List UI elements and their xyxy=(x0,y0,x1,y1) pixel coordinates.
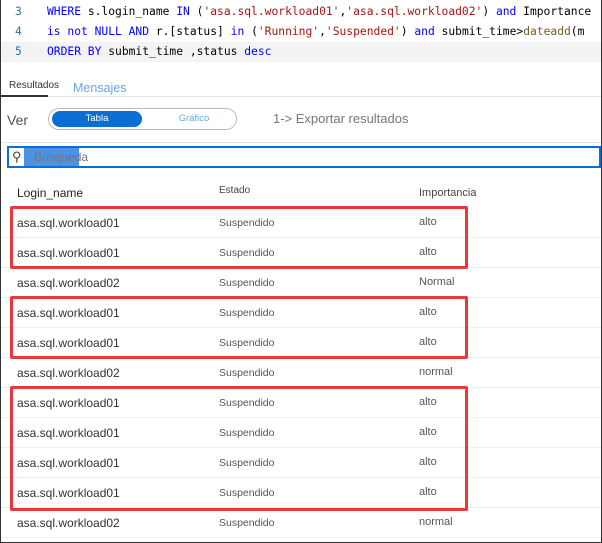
cell-estado: Suspendido xyxy=(219,277,275,289)
cell-login-name: asa.sql.workload02 xyxy=(17,516,120,530)
divider xyxy=(1,142,601,143)
code-token: WHERE xyxy=(47,5,88,18)
code-token: 'Suspended' xyxy=(325,25,401,38)
code-token: Importance xyxy=(523,5,592,18)
code-token: , xyxy=(319,25,326,38)
table-row[interactable]: asa.sql.workload02 Suspendido normal xyxy=(1,358,601,388)
code-token: is not NULL AND xyxy=(47,25,156,38)
code-token: s.login_name xyxy=(87,5,177,18)
code-token: (m xyxy=(570,25,585,38)
search-box[interactable]: ⚲ xyxy=(7,146,601,168)
line-number: 4 xyxy=(15,25,22,38)
code-token: in xyxy=(230,25,252,38)
code-token: submit_time> xyxy=(441,25,524,38)
code-line: 5 ORDER BY submit_time ,status desc xyxy=(1,42,601,62)
code-text: ORDER BY submit_time ,status desc xyxy=(47,42,271,62)
code-token: ( xyxy=(251,25,258,38)
code-token: IN xyxy=(176,5,197,18)
code-token: r.[status] xyxy=(155,25,231,38)
line-number: 3 xyxy=(15,5,22,18)
line-number: 5 xyxy=(15,45,22,58)
highlight-box xyxy=(10,296,468,359)
cell-importancia: Normal xyxy=(419,276,455,288)
code-token: 'asa.sql.workload01' xyxy=(203,5,340,18)
export-results-button[interactable]: 1-> Exportar resultados xyxy=(273,111,408,126)
code-line: 3 WHERE s.login_name IN ('asa.sql.workloa… xyxy=(1,2,601,22)
cell-importancia: normal xyxy=(419,516,453,528)
cell-importancia: normal xyxy=(419,366,453,378)
code-token: ORDER BY xyxy=(47,45,109,58)
active-tab-indicator xyxy=(1,95,48,97)
table-row[interactable]: asa.sql.workload02 Suspendido Normal xyxy=(1,268,601,298)
column-header-login-name[interactable]: Login_name xyxy=(17,186,83,200)
code-token: 'asa.sql.workload02' xyxy=(346,5,483,18)
sql-editor[interactable]: 3 WHERE s.login_name IN ('asa.sql.workloa… xyxy=(1,0,601,62)
view-toggle[interactable]: Tabla Gráfico xyxy=(48,108,237,130)
table-row[interactable]: asa.sql.workload02 Suspendido normal xyxy=(1,508,601,538)
column-header-estado[interactable]: Estado xyxy=(219,185,250,196)
result-tabs: Resultados Mensajes xyxy=(1,70,601,97)
view-label: Ver xyxy=(7,112,29,128)
table-view-button[interactable]: Tabla xyxy=(52,111,142,127)
code-token: ) xyxy=(400,25,415,38)
cell-estado: Suspendido xyxy=(219,367,275,379)
cell-login-name: asa.sql.workload02 xyxy=(17,366,120,380)
code-token: 'Running' xyxy=(257,25,320,38)
search-icon: ⚲ xyxy=(12,149,22,164)
highlight-box xyxy=(10,386,468,511)
column-header-importancia[interactable]: Importancia xyxy=(419,187,476,199)
code-token: and xyxy=(414,25,442,38)
highlight-box xyxy=(10,206,468,269)
code-text: WHERE s.login_name IN ('asa.sql.workload… xyxy=(47,2,591,22)
code-token: ) xyxy=(482,5,496,18)
tab-results[interactable]: Resultados xyxy=(9,80,59,91)
code-token: desc xyxy=(244,45,272,58)
tab-messages[interactable]: Mensajes xyxy=(73,81,127,95)
code-text: is not NULL AND r.[status] in ('Running'… xyxy=(47,22,584,42)
search-input[interactable] xyxy=(34,148,594,166)
code-token: and xyxy=(495,5,524,18)
code-token: submit_time ,status xyxy=(108,45,245,58)
cell-login-name: asa.sql.workload02 xyxy=(17,276,120,290)
code-token: dateadd xyxy=(523,25,571,38)
chart-view-button[interactable]: Gráfico xyxy=(154,111,234,127)
cell-estado: Suspendido xyxy=(219,517,275,529)
code-line: 4 is not NULL AND r.[status] in ('Running… xyxy=(1,22,601,42)
